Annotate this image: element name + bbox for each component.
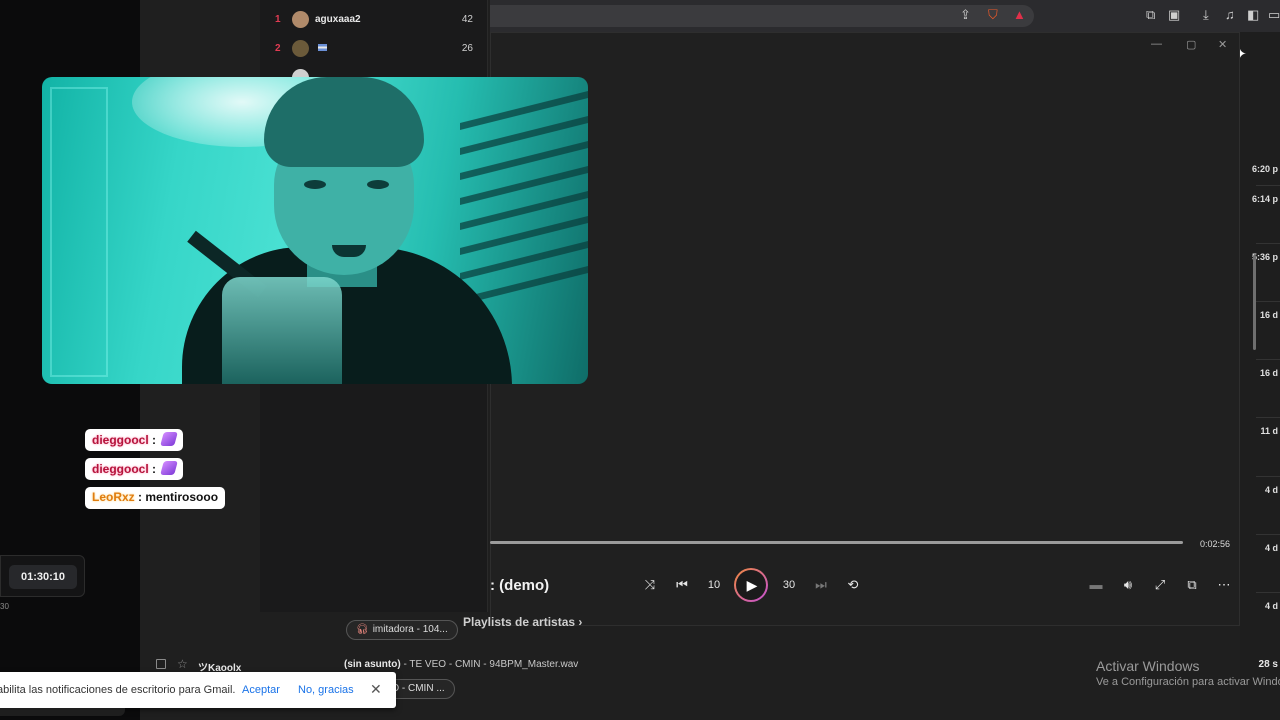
webcam-overlay	[42, 77, 588, 384]
more-options-icon[interactable]: ⋯	[1214, 576, 1234, 594]
sidebar-icon[interactable]: ◧	[1247, 8, 1259, 22]
chat-username: LeoRxz	[92, 490, 135, 504]
close-icon[interactable]: ✕	[1218, 38, 1227, 51]
chat-text: mentirosooo	[142, 490, 219, 504]
decline-button[interactable]: No, gracias	[298, 684, 354, 696]
email-date: 16 d	[1259, 310, 1278, 320]
username: aguxaaa2	[315, 14, 361, 25]
email-date: 6:14 p	[1251, 194, 1278, 204]
accept-button[interactable]: Aceptar	[242, 684, 280, 696]
miniplayer-icon[interactable]: ▬	[1086, 576, 1106, 594]
track-title: : (demo)	[490, 577, 550, 594]
next-icon[interactable]: ⏭︎	[811, 576, 831, 594]
divider	[1256, 417, 1280, 418]
brave-rewards-icon[interactable]: ▲	[1013, 8, 1026, 22]
fullscreen-icon[interactable]: ⤢	[1150, 576, 1170, 594]
playlists-link[interactable]: Playlists de artistas ›	[463, 615, 582, 629]
leaderboard-row: 2 26	[260, 38, 488, 60]
scrollbar-thumb[interactable]	[1253, 255, 1256, 350]
shuffle-icon[interactable]: ⤨	[640, 576, 660, 594]
minimize-icon[interactable]: —	[1151, 38, 1162, 50]
chat-message: dieggoocl :	[85, 458, 184, 480]
desktop-notification-bar: abilita las notificaciones de escritorio…	[0, 672, 396, 708]
door-frame	[50, 87, 108, 377]
taskbar-strip	[0, 708, 125, 716]
brave-shield-icon[interactable]: ⛉	[988, 8, 998, 22]
notification-message: abilita las notificaciones de escritorio…	[0, 684, 236, 696]
person-eye	[304, 180, 326, 189]
screenshot-icon[interactable]: ▣	[1168, 8, 1180, 22]
email-date: 16 d	[1259, 368, 1278, 378]
divider	[1256, 534, 1280, 535]
divider	[1256, 592, 1280, 593]
avatar	[292, 11, 309, 28]
microphone	[222, 277, 342, 384]
skip-forward-icon[interactable]: 30	[779, 576, 799, 594]
chat-message: LeoRxz : mentirosooo	[85, 487, 226, 509]
music-player-window: — ▢ ✕	[490, 32, 1240, 626]
person-eye	[367, 180, 389, 189]
windows-activation-watermark: Activar Windows Ve a Configuración para …	[1096, 658, 1280, 688]
timer-sublabel: 30	[0, 602, 9, 611]
subject-text: (sin asunto)	[344, 659, 401, 670]
activation-subtitle: Ve a Configuración para activar Windows	[1096, 676, 1280, 688]
playlists-label: Playlists de artistas	[463, 615, 576, 629]
cast-icon[interactable]: ⧉	[1182, 576, 1202, 594]
emote-icon	[160, 432, 178, 446]
email-subject: (sin asunto) - TE VEO - CMIN - 94BPM_Mas…	[344, 659, 578, 670]
email-date: 4 d	[1264, 485, 1278, 495]
divider	[1256, 301, 1280, 302]
progress-bar[interactable]	[490, 541, 1183, 544]
attachment-chip[interactable]: 🎧︎ imitadora - 104...	[346, 620, 458, 640]
person-hair	[264, 77, 424, 167]
rank: 1	[275, 14, 281, 25]
play-button[interactable]: ▶	[734, 568, 768, 602]
music-icon[interactable]: ♫	[1225, 8, 1235, 22]
chat-separator: :	[148, 433, 157, 447]
leaderboard-row: 1 aguxaaa2 42	[260, 9, 488, 31]
score: 26	[461, 43, 473, 54]
emote-icon	[160, 461, 178, 475]
divider	[1256, 359, 1280, 360]
skip-back-label: 10	[707, 579, 721, 591]
skip-back-icon[interactable]: 10	[704, 576, 724, 594]
divider	[1256, 243, 1280, 244]
download-icon[interactable]: ⤓	[1203, 8, 1209, 22]
email-date: 11 d	[1260, 426, 1278, 436]
play-icon: ▶	[736, 570, 766, 600]
snippet-text: - TE VEO - CMIN - 94BPM_Master.wav	[400, 659, 579, 670]
flag-icon	[318, 44, 327, 51]
chat-separator: :	[148, 462, 157, 476]
checkbox[interactable]	[156, 659, 166, 669]
email-date: 4 d	[1264, 543, 1278, 553]
elapsed-time: 0:02:56	[1200, 539, 1231, 549]
extensions-icon[interactable]: ⧉	[1146, 8, 1155, 22]
divider	[1256, 476, 1280, 477]
skip-forward-label: 30	[782, 579, 796, 591]
chat-separator: :	[134, 490, 143, 504]
chat-message: dieggoocl :	[85, 429, 184, 451]
share-icon[interactable]: ⇪	[960, 8, 971, 22]
avatar	[292, 40, 309, 57]
email-date: 4 d	[1264, 601, 1278, 611]
star-icon[interactable]: ☆	[177, 657, 188, 671]
volume-icon[interactable]: 🔊︎	[1118, 576, 1138, 594]
address-bar[interactable]	[490, 5, 1034, 27]
chat-username: dieggoocl	[92, 462, 149, 476]
rank: 2	[275, 43, 281, 54]
score: 42	[461, 14, 473, 25]
wallet-icon[interactable]: ▭	[1268, 8, 1280, 22]
chip-label: imitadora - 104...	[372, 624, 448, 635]
chat-username: dieggoocl	[92, 433, 149, 447]
close-icon[interactable]: ✕	[370, 681, 382, 698]
divider	[1256, 185, 1280, 186]
maximize-icon[interactable]: ▢	[1186, 38, 1196, 51]
stream-timer: 01:30:10	[9, 565, 77, 589]
repeat-icon[interactable]: ⟲	[843, 576, 863, 594]
headphones-icon: 🎧︎	[356, 624, 369, 635]
previous-icon[interactable]: ⏮︎	[672, 576, 692, 594]
email-date: 6:20 p	[1251, 164, 1278, 174]
gmail-date-column: 6:20 p 6:14 p 5:36 p 16 d 16 d 11 d 4 d …	[1240, 30, 1280, 720]
activation-title: Activar Windows	[1096, 658, 1200, 674]
